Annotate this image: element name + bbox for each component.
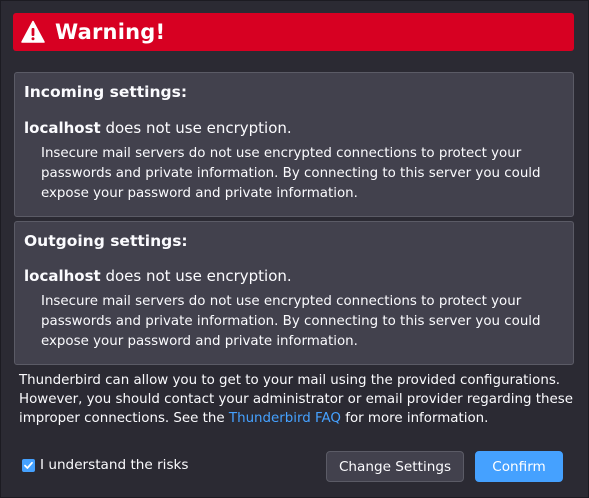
checkmark-icon — [24, 461, 33, 469]
outgoing-heading: Outgoing settings: — [24, 232, 188, 250]
outgoing-settings-box: Outgoing settings: localhost does not us… — [14, 221, 574, 365]
warning-title: Warning! — [55, 20, 166, 44]
incoming-host-suffix: does not use encryption. — [100, 119, 292, 137]
outgoing-host-suffix: does not use encryption. — [100, 267, 292, 285]
incoming-description: Insecure mail servers do not use encrypt… — [41, 146, 541, 201]
risk-label: I understand the risks — [40, 457, 189, 473]
warning-banner: Warning! — [13, 13, 574, 51]
footer-text-after: for more information. — [340, 411, 489, 426]
change-settings-button[interactable]: Change Settings — [326, 451, 464, 482]
thunderbird-faq-link[interactable]: Thunderbird FAQ — [229, 411, 341, 426]
outgoing-host: localhost — [24, 267, 101, 285]
incoming-host: localhost — [24, 119, 101, 137]
incoming-heading: Incoming settings: — [24, 83, 188, 101]
confirm-button[interactable]: Confirm — [475, 451, 563, 482]
outgoing-description: Insecure mail servers do not use encrypt… — [41, 294, 541, 349]
footer-text: Thunderbird can allow you to get to your… — [19, 371, 575, 428]
incoming-host-line: localhost does not use encryption. — [24, 118, 563, 138]
warning-icon — [21, 20, 45, 43]
risk-checkbox[interactable] — [22, 458, 35, 472]
risk-checkbox-row[interactable]: I understand the risks — [22, 457, 188, 473]
outgoing-host-line: localhost does not use encryption. — [24, 266, 563, 286]
insecure-settings-dialog: Warning! Incoming settings: localhost do… — [0, 0, 589, 498]
incoming-settings-box: Incoming settings: localhost does not us… — [14, 72, 574, 217]
